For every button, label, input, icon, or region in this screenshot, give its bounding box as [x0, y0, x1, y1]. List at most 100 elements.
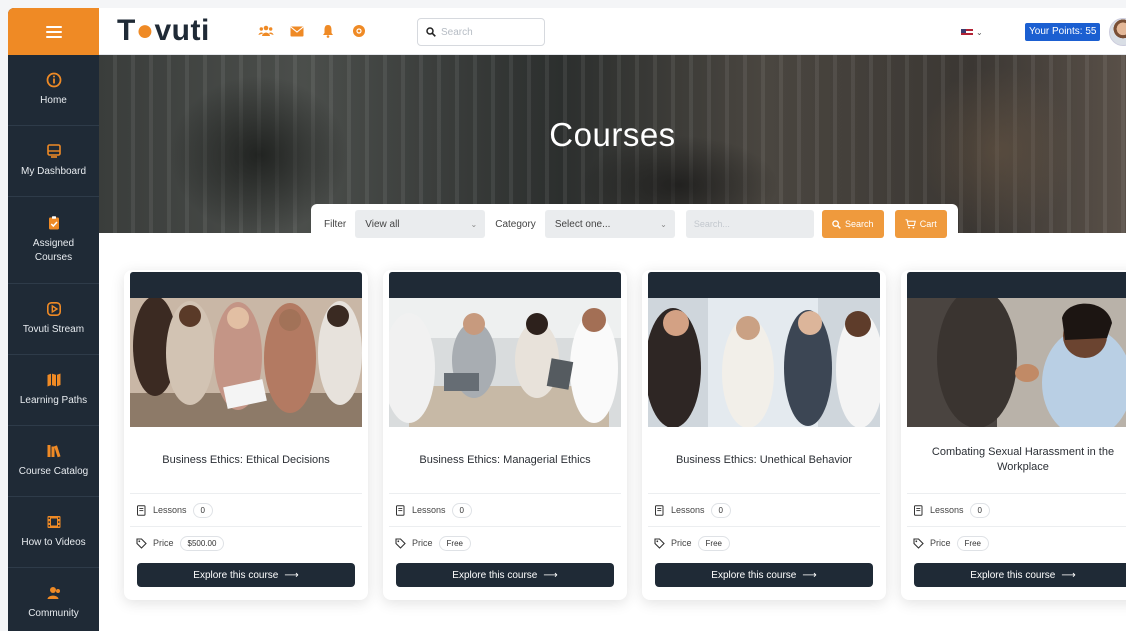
tag-icon [395, 537, 406, 549]
lessons-label: Lessons [412, 505, 446, 515]
explore-course-button[interactable]: Explore this course ⟶ [914, 563, 1126, 587]
price-value: Free [438, 535, 471, 551]
sidebar-item-label: Course Catalog [18, 466, 89, 477]
lessons-row: Lessons 0 [907, 493, 1126, 526]
lessons-label: Lessons [153, 505, 187, 515]
course-card[interactable]: Combating Sexual Harassment in the Workp… [901, 270, 1126, 600]
filter-label: Filter [324, 218, 347, 230]
mail-icon[interactable] [289, 23, 305, 39]
sidebar-item-label: Assigned Courses [32, 238, 75, 263]
points-badge[interactable]: Your Points: 55 [1025, 23, 1101, 41]
price-row: Price $500.00 [130, 526, 362, 559]
explore-course-label: Explore this course [193, 569, 279, 581]
groups-icon[interactable] [258, 23, 274, 39]
sidebar-item-home[interactable]: Home [8, 55, 99, 126]
sidebar-item-label: Community [28, 608, 79, 619]
price-row: Price Free [648, 526, 880, 559]
sidebar-item-my-dashboard[interactable]: My Dashboard [8, 126, 99, 197]
sidebar-item-learning-paths[interactable]: Learning Paths [8, 355, 99, 426]
sidebar-item-community[interactable]: Community [8, 568, 99, 631]
arrow-right-icon: ⟶ [543, 569, 558, 581]
course-image [648, 298, 880, 427]
course-image [130, 298, 362, 427]
category-label: Category [495, 218, 536, 230]
user-avatar[interactable] [1109, 18, 1126, 46]
explore-course-button[interactable]: Explore this course ⟶ [655, 563, 873, 587]
users-icon [47, 587, 60, 599]
explore-course-button[interactable]: Explore this course ⟶ [396, 563, 614, 587]
search-button[interactable]: Search [821, 210, 884, 238]
price-label: Price [153, 538, 174, 548]
price-row: Price Free [389, 526, 621, 559]
header-search-input[interactable] [441, 26, 536, 38]
course-image [907, 298, 1126, 427]
chevron-down-icon: ⌄ [660, 219, 667, 229]
chevron-down-icon: ⌄ [976, 28, 983, 37]
tag-icon [136, 537, 147, 549]
menu-toggle-button[interactable] [8, 8, 99, 55]
clipboard-check-icon [48, 216, 59, 230]
course-grid: Business Ethics: Ethical Decisions Lesso… [124, 270, 1126, 600]
tag-icon [654, 537, 665, 549]
lessons-label: Lessons [930, 505, 964, 515]
price-value: $500.00 [179, 535, 225, 551]
sidebar-nav: Home My Dashboard Assigned Courses Tovut… [8, 55, 99, 631]
price-value: Free [956, 535, 989, 551]
price-label: Price [930, 538, 951, 548]
filter-select-value: View all [365, 218, 400, 230]
course-card[interactable]: Business Ethics: Managerial Ethics Lesso… [383, 270, 627, 600]
course-card[interactable]: Business Ethics: Unethical Behavior Less… [642, 270, 886, 600]
arrow-right-icon: ⟶ [1061, 569, 1076, 581]
lessons-count: 0 [710, 502, 731, 518]
scroll-icon [137, 504, 146, 516]
course-title[interactable]: Business Ethics: Ethical Decisions [130, 427, 362, 493]
app-frame: Home My Dashboard Assigned Courses Tovut… [8, 8, 1126, 631]
course-card[interactable]: Business Ethics: Ethical Decisions Lesso… [124, 270, 368, 600]
us-flag-icon [961, 28, 973, 37]
scroll-icon [396, 504, 405, 516]
lessons-row: Lessons 0 [130, 493, 362, 526]
header-icon-group [258, 23, 367, 39]
sidebar-item-assigned-courses[interactable]: Assigned Courses [8, 197, 99, 284]
lessons-count: 0 [192, 502, 213, 518]
lessons-label: Lessons [671, 505, 705, 515]
language-selector[interactable]: ⌄ [961, 28, 983, 37]
explore-course-button[interactable]: Explore this course ⟶ [137, 563, 355, 587]
sidebar-item-label: My Dashboard [20, 166, 87, 177]
chevron-down-icon: ⌄ [470, 219, 478, 229]
lessons-count: 0 [451, 502, 472, 518]
course-title[interactable]: Combating Sexual Harassment in the Workp… [907, 427, 1126, 493]
cart-button-label: Cart [919, 219, 937, 229]
category-select-value: Select one... [554, 218, 611, 230]
cart-icon [905, 219, 916, 229]
sidebar-item-tovuti-stream[interactable]: Tovuti Stream [8, 284, 99, 355]
course-title[interactable]: Business Ethics: Unethical Behavior [648, 427, 880, 493]
sidebar-item-label: Tovuti Stream [22, 324, 85, 335]
books-icon [47, 445, 61, 458]
course-image [389, 298, 621, 427]
category-select[interactable]: Select one... ⌄ [544, 210, 675, 238]
cart-button[interactable]: Cart [894, 210, 947, 238]
sidebar-item-course-catalog[interactable]: Course Catalog [8, 426, 99, 497]
search-icon [426, 27, 436, 37]
scroll-icon [914, 504, 923, 516]
explore-course-label: Explore this course [452, 569, 538, 581]
bell-icon[interactable] [320, 23, 336, 39]
course-title[interactable]: Business Ethics: Managerial Ethics [389, 427, 621, 493]
chat-bubble-icon[interactable] [351, 23, 367, 39]
search-button-label: Search [845, 219, 874, 229]
sidebar-item-how-to-videos[interactable]: How to Videos [8, 497, 99, 568]
header-search [417, 18, 545, 46]
course-search-input[interactable] [685, 210, 814, 238]
filter-select[interactable]: View all ⌄ [355, 210, 486, 238]
play-circle-icon [46, 301, 61, 316]
arrow-right-icon: ⟶ [284, 569, 299, 581]
explore-course-label: Explore this course [711, 569, 797, 581]
hamburger-icon [45, 25, 62, 38]
dashboard-icon [46, 144, 61, 158]
tovuti-logo[interactable]: T●vuti [117, 14, 210, 48]
lessons-row: Lessons 0 [648, 493, 880, 526]
map-icon [47, 373, 60, 387]
price-label: Price [671, 538, 692, 548]
sidebar: Home My Dashboard Assigned Courses Tovut… [8, 8, 99, 631]
